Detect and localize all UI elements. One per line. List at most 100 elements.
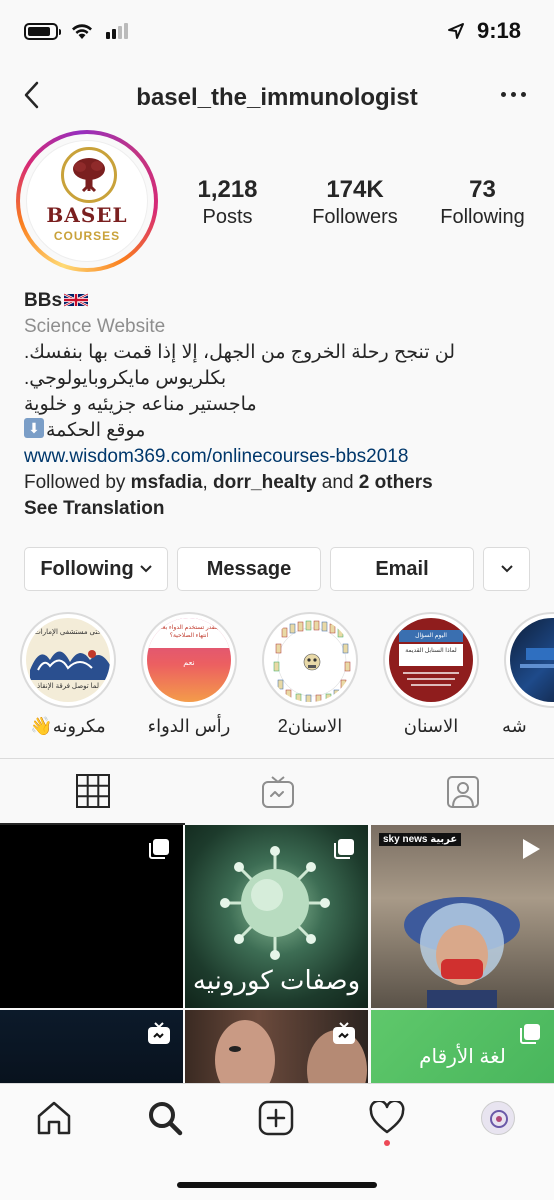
bottom-tab-bar bbox=[0, 1083, 554, 1200]
email-button[interactable]: Email bbox=[330, 547, 474, 591]
highlight-cover-text: بتقدر تستخدم الدواء بعد انتهاء الصلاحية؟ bbox=[159, 625, 219, 639]
down-arrow-icon: ⬇ bbox=[24, 418, 44, 438]
highlight-label: مكرونه👋 bbox=[30, 716, 106, 736]
home-tab[interactable] bbox=[24, 1096, 84, 1140]
highlight-cover bbox=[510, 618, 554, 702]
highlight-label: الاسنان2 bbox=[277, 716, 343, 736]
post-thumbnail[interactable] bbox=[0, 825, 183, 1008]
message-button-label: Message bbox=[206, 557, 292, 580]
followers-label: Followers bbox=[312, 206, 398, 228]
followed-others[interactable]: 2 others bbox=[359, 472, 433, 493]
highlight-item[interactable]: اليوم السؤال لماذا السنابل القديمة الاسن… bbox=[381, 612, 481, 737]
see-translation-link[interactable]: See Translation bbox=[24, 496, 534, 522]
chevron-down-icon bbox=[500, 565, 513, 573]
profile-tabs bbox=[0, 758, 554, 825]
activity-tab[interactable] bbox=[357, 1096, 417, 1146]
profile-actions: Following Message Email bbox=[24, 547, 530, 591]
tab-tagged[interactable] bbox=[370, 759, 554, 825]
followed-user-1[interactable]: msfadia bbox=[131, 472, 203, 493]
home-icon bbox=[37, 1101, 71, 1135]
bio-line-4: موقع الحكمة bbox=[46, 420, 146, 441]
followed-by[interactable]: Followed by msfadia, dorr_healty and 2 o… bbox=[24, 470, 534, 496]
followed-separator: , bbox=[202, 472, 214, 493]
search-tab[interactable] bbox=[135, 1096, 195, 1140]
highlight-cover-text: لما توصل فرقة الإنقاذ bbox=[37, 683, 99, 690]
new-post-tab[interactable] bbox=[246, 1096, 306, 1140]
post-thumbnail[interactable] bbox=[0, 1010, 183, 1083]
highlight-cover: بتقدر تستخدم الدواء بعد انتهاء الصلاحية؟… bbox=[147, 618, 231, 702]
tree-logo-icon bbox=[61, 147, 117, 203]
post-thumbnail[interactable] bbox=[185, 1010, 368, 1083]
highlight-cover: حتى مستشفى الإمارات لما توصل فرقة الإنقا… bbox=[26, 618, 110, 702]
highlight-item[interactable]: بتقدر تستخدم الدواء بعد انتهاء الصلاحية؟… bbox=[139, 612, 239, 737]
igtv-icon bbox=[333, 1022, 355, 1044]
posts-stat[interactable]: 1,218 Posts bbox=[170, 176, 285, 230]
following-stat[interactable]: 73 Following bbox=[425, 176, 540, 230]
highlight-label: شه bbox=[502, 716, 527, 736]
search-icon bbox=[149, 1102, 183, 1136]
grid-icon bbox=[75, 774, 110, 808]
post-caption: وصفات كورونيه bbox=[192, 965, 361, 995]
carousel-icon bbox=[149, 839, 169, 859]
following-label: Following bbox=[440, 206, 525, 228]
following-button[interactable]: Following bbox=[24, 547, 168, 591]
posts-count: 1,218 bbox=[197, 176, 258, 203]
highlight-item[interactable]: حتى مستشفى الإمارات لما توصل فرقة الإنقا… bbox=[18, 612, 118, 737]
location-arrow-icon bbox=[447, 23, 464, 39]
highlight-item[interactable]: شه bbox=[502, 612, 554, 737]
display-name: BBs bbox=[24, 290, 63, 311]
highlight-cover-text: لماذا السنابل القديمة bbox=[399, 644, 463, 666]
bio-line-1: لن تنجح رحلة الخروج من الجهل، إلا إذا قم… bbox=[24, 342, 456, 363]
highlight-cover-text: اليوم السؤال bbox=[399, 630, 463, 642]
bio-line-3: ماجستير مناعه جزيئيه و خلوية bbox=[24, 394, 257, 415]
story-highlights: حتى مستشفى الإمارات لما توصل فرقة الإنقا… bbox=[0, 612, 554, 742]
suggestions-button[interactable] bbox=[483, 547, 530, 591]
new-post-icon bbox=[258, 1100, 294, 1136]
profile-avatar-icon bbox=[481, 1101, 515, 1135]
carousel-icon bbox=[520, 1024, 540, 1044]
highlight-item[interactable]: الاسنان2 bbox=[260, 612, 360, 737]
ellipsis-icon[interactable] bbox=[501, 92, 526, 97]
highlight-cover-text: نعم bbox=[183, 658, 195, 667]
status-bar: 9:18 bbox=[0, 0, 554, 70]
username-title: basel_the_immunologist bbox=[136, 84, 418, 111]
video-play-icon bbox=[523, 839, 540, 859]
followed-user-2[interactable]: dorr_healty bbox=[213, 472, 316, 493]
following-button-label: Following bbox=[40, 557, 134, 580]
highlight-cover-text: حتى مستشفى الإمارات bbox=[34, 629, 102, 636]
igtv-icon bbox=[148, 1022, 170, 1044]
post-thumbnail[interactable]: sky news عربية bbox=[371, 825, 554, 1008]
message-button[interactable]: Message bbox=[177, 547, 321, 591]
cellular-icon bbox=[106, 23, 128, 39]
news-source-badge: sky news عربية bbox=[379, 833, 462, 846]
logo-text-main: BASEL bbox=[46, 203, 128, 227]
posts-grid: وصفات كورونيه sky news عربية لغة الأرقام bbox=[0, 825, 554, 1083]
igtv-icon bbox=[261, 776, 294, 808]
carousel-icon bbox=[334, 839, 354, 859]
notification-dot bbox=[384, 1140, 390, 1146]
tab-posts-grid[interactable] bbox=[0, 759, 185, 825]
followed-by-prefix: Followed by bbox=[24, 472, 131, 493]
post-thumbnail[interactable]: لغة الأرقام bbox=[371, 1010, 554, 1083]
followed-and: and bbox=[316, 472, 359, 493]
post-thumbnail[interactable]: وصفات كورونيه bbox=[185, 825, 368, 1008]
profile-tab[interactable] bbox=[468, 1096, 528, 1140]
highlight-label: الاسنان bbox=[403, 716, 459, 736]
battery-icon bbox=[24, 22, 61, 40]
category-label: Science Website bbox=[24, 316, 166, 337]
chevron-down-icon bbox=[139, 565, 152, 573]
tab-igtv[interactable] bbox=[185, 759, 370, 825]
followers-count: 174K bbox=[326, 176, 384, 203]
clock: 9:18 bbox=[476, 18, 521, 43]
uk-flag-icon bbox=[64, 292, 89, 308]
highlight-label: رأس الدواء bbox=[147, 716, 231, 736]
wifi-icon bbox=[72, 24, 92, 39]
profile-stats: 1,218 Posts 174K Followers 73 Following bbox=[170, 176, 540, 230]
website-link[interactable]: www.wisdom369.com/onlinecourses-bbs2018 bbox=[24, 444, 534, 470]
avatar[interactable]: BASEL COURSES bbox=[16, 130, 158, 272]
highlight-cover: اليوم السؤال لماذا السنابل القديمة bbox=[389, 618, 473, 702]
followers-stat[interactable]: 174K Followers bbox=[298, 176, 413, 230]
post-caption: لغة الأرقام bbox=[419, 1046, 506, 1068]
following-count: 73 bbox=[469, 176, 496, 203]
logo-text-sub: COURSES bbox=[53, 229, 121, 243]
